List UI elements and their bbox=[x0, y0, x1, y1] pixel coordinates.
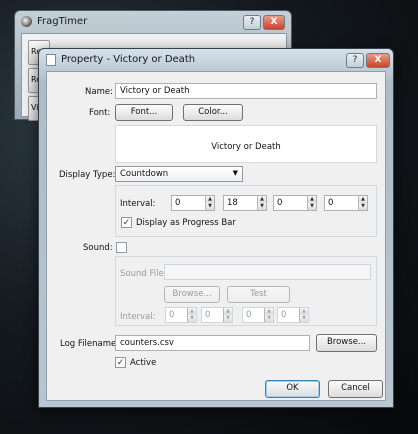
spin-down-icon[interactable]: ▼ bbox=[299, 315, 308, 322]
preview-text: Victory or Death bbox=[211, 142, 281, 152]
close-button[interactable]: X bbox=[366, 53, 390, 68]
spin-up-icon[interactable]: ▲ bbox=[307, 196, 316, 203]
sound-interval-seconds-spinner[interactable]: 0 ▲ ▼ bbox=[277, 307, 309, 323]
sound-test-button[interactable]: Test bbox=[227, 286, 290, 303]
log-browse-button[interactable]: Browse... bbox=[316, 334, 377, 352]
spin-down-icon[interactable]: ▼ bbox=[205, 203, 214, 210]
dialog-title: Property - Victory or Death bbox=[61, 54, 196, 65]
active-label: Active bbox=[130, 358, 157, 368]
spin-down-icon[interactable]: ▼ bbox=[187, 315, 196, 322]
chevron-down-icon: ▼ bbox=[232, 169, 238, 177]
sound-interval-hours-value: 0 bbox=[205, 310, 211, 320]
sound-interval-days-value: 0 bbox=[169, 310, 175, 320]
progress-bar-checkbox[interactable]: ✓ bbox=[121, 217, 132, 228]
display-type-value: Countdown bbox=[120, 169, 169, 179]
log-filename-input[interactable]: counters.csv bbox=[115, 335, 310, 351]
font-button[interactable]: Font... bbox=[115, 104, 173, 121]
sound-interval-minutes-value: 0 bbox=[246, 310, 252, 320]
sound-label: Sound: bbox=[83, 243, 113, 253]
sound-file-label: Sound File: bbox=[120, 269, 167, 279]
property-dialog: Property - Victory or Death ? X Name: Vi… bbox=[38, 48, 394, 408]
interval-minutes-value: 0 bbox=[277, 198, 283, 208]
interval-seconds-spinner[interactable]: 0 ▲ ▼ bbox=[324, 195, 368, 211]
spin-down-icon[interactable]: ▼ bbox=[223, 315, 232, 322]
font-preview: Victory or Death bbox=[115, 125, 377, 163]
display-type-select[interactable]: Countdown ▼ bbox=[115, 166, 243, 182]
sound-interval-label: Interval: bbox=[120, 312, 156, 322]
sound-checkbox[interactable] bbox=[116, 242, 127, 253]
interval-hours-spinner[interactable]: 18 ▲ ▼ bbox=[223, 195, 267, 211]
sound-interval-days-spinner[interactable]: 0 ▲ ▼ bbox=[165, 307, 197, 323]
interval-hours-value: 18 bbox=[227, 198, 238, 208]
spin-down-icon[interactable]: ▼ bbox=[264, 315, 273, 322]
sound-file-input[interactable] bbox=[164, 264, 371, 280]
sound-interval-hours-spinner[interactable]: 0 ▲ ▼ bbox=[201, 307, 233, 323]
name-input[interactable]: Victory or Death bbox=[115, 83, 377, 99]
sound-browse-button[interactable]: Browse... bbox=[164, 286, 220, 303]
close-button[interactable]: X bbox=[263, 15, 285, 30]
spin-down-icon[interactable]: ▼ bbox=[257, 203, 266, 210]
spin-down-icon[interactable]: ▼ bbox=[358, 203, 367, 210]
sound-interval-seconds-value: 0 bbox=[281, 310, 287, 320]
color-button[interactable]: Color... bbox=[183, 104, 243, 121]
countdown-group bbox=[115, 185, 377, 237]
font-label: Font: bbox=[89, 108, 111, 118]
app-icon bbox=[21, 16, 32, 27]
active-checkbox[interactable]: ✓ bbox=[115, 357, 126, 368]
spin-up-icon[interactable]: ▲ bbox=[358, 196, 367, 203]
sound-interval-minutes-spinner[interactable]: 0 ▲ ▼ bbox=[242, 307, 274, 323]
help-button[interactable]: ? bbox=[346, 53, 364, 68]
ok-button[interactable]: OK bbox=[265, 380, 320, 398]
interval-days-spinner[interactable]: 0 ▲ ▼ bbox=[171, 195, 215, 211]
cancel-button[interactable]: Cancel bbox=[328, 380, 383, 398]
spin-up-icon[interactable]: ▲ bbox=[223, 308, 232, 315]
progress-bar-label: Display as Progress Bar bbox=[136, 218, 236, 228]
window-title: FragTimer bbox=[37, 16, 88, 27]
display-type-label: Display Type: bbox=[59, 170, 116, 180]
spin-up-icon[interactable]: ▲ bbox=[187, 308, 196, 315]
spin-down-icon[interactable]: ▼ bbox=[307, 203, 316, 210]
name-label: Name: bbox=[85, 87, 113, 97]
spin-up-icon[interactable]: ▲ bbox=[205, 196, 214, 203]
log-filename-label: Log Filename: bbox=[60, 339, 120, 349]
spin-up-icon[interactable]: ▲ bbox=[264, 308, 273, 315]
interval-days-value: 0 bbox=[175, 198, 181, 208]
help-button[interactable]: ? bbox=[243, 15, 261, 30]
dialog-icon bbox=[46, 54, 56, 66]
spin-up-icon[interactable]: ▲ bbox=[299, 308, 308, 315]
spin-up-icon[interactable]: ▲ bbox=[257, 196, 266, 203]
interval-minutes-spinner[interactable]: 0 ▲ ▼ bbox=[273, 195, 317, 211]
interval-seconds-value: 0 bbox=[328, 198, 334, 208]
interval-label: Interval: bbox=[120, 199, 156, 209]
dialog-body: Name: Victory or Death Font: Font... Col… bbox=[46, 71, 386, 401]
